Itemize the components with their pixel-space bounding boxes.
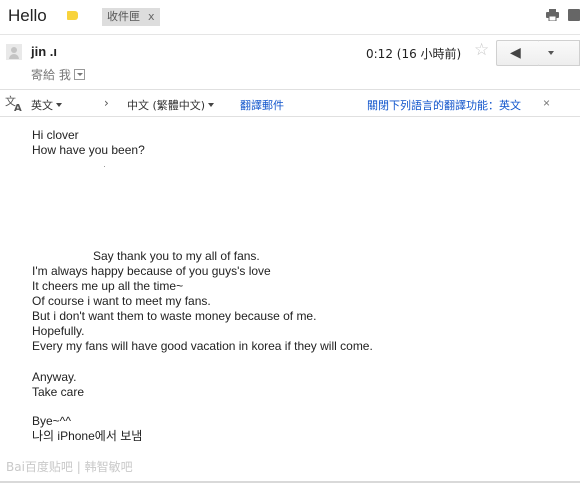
speck (104, 166, 105, 167)
divider (0, 34, 580, 35)
more-actions-button[interactable] (539, 40, 580, 66)
recipient-text: 寄給 我 (31, 68, 71, 82)
inbox-label-tag[interactable]: 收件匣 x (102, 8, 160, 26)
chevron-down-icon (548, 51, 554, 55)
source-language-dropdown[interactable]: 英文 (31, 97, 62, 113)
target-language-dropdown[interactable]: 中文 (繁體中文) (127, 97, 215, 113)
body-line: Anyway. (32, 370, 77, 384)
body-line: Every my fans will have good vacation in… (32, 339, 373, 353)
body-line: Hopefully. (32, 324, 85, 338)
reply-arrow-icon: ◀ (510, 44, 521, 60)
body-line: But i don't want them to waste money bec… (32, 309, 317, 323)
inbox-label-text: 收件匣 (107, 10, 140, 23)
svg-text:A: A (14, 103, 22, 112)
body-line: I'm always happy because of you guys's l… (32, 264, 271, 278)
recipient-line: 寄給 我 (31, 66, 85, 83)
show-details-icon[interactable] (73, 69, 85, 80)
translate-message-link[interactable]: 翻譯郵件 (240, 97, 284, 113)
print-icon[interactable] (546, 9, 559, 21)
body-line: Of course i want to meet my fans. (32, 294, 211, 308)
subject-bar: Hello 收件匣 x (0, 0, 580, 34)
translation-bar: 文 A 英文 › 中文 (繁體中文) 翻譯郵件 關閉下列語言的翻譯功能：英文 × (0, 89, 580, 117)
body-line: It cheers me up all the time~ (32, 279, 184, 293)
body-line: Bye~^^ (32, 414, 71, 428)
avatar (6, 44, 22, 60)
watermark-logo: Bai百度贴吧 | 韩智敏吧 (6, 460, 133, 474)
signature-line: 나의 iPhone에서 보냄 (32, 429, 143, 443)
body-line: How have you been? (32, 143, 145, 157)
body-line: Hi clover (32, 128, 79, 142)
reply-button[interactable]: ◀ (496, 40, 540, 66)
label-marker-icon[interactable] (67, 11, 78, 20)
body-line: Take care (32, 385, 85, 399)
target-language-label: 中文 (繁體中文) (127, 99, 206, 112)
close-icon[interactable]: × (543, 96, 550, 110)
star-icon[interactable]: ☆ (474, 40, 489, 60)
message-timestamp: 0:12 (16 小時前) (366, 47, 462, 61)
source-language-label: 英文 (31, 99, 53, 112)
dropdown-arrow-icon (208, 103, 215, 107)
turn-off-translation-link[interactable]: 關閉下列語言的翻譯功能：英文 (367, 97, 521, 113)
dropdown-arrow-icon (56, 103, 62, 107)
remove-label-button[interactable]: x (148, 10, 155, 23)
translate-arrow-icon: › (104, 96, 109, 110)
body-line: Say thank you to my all of fans. (93, 249, 260, 263)
sender-name[interactable]: jin .ı (31, 44, 57, 59)
email-subject: Hello (8, 6, 47, 25)
divider (0, 481, 580, 483)
translate-icon: 文 A (5, 94, 22, 112)
new-window-icon[interactable] (568, 9, 580, 21)
